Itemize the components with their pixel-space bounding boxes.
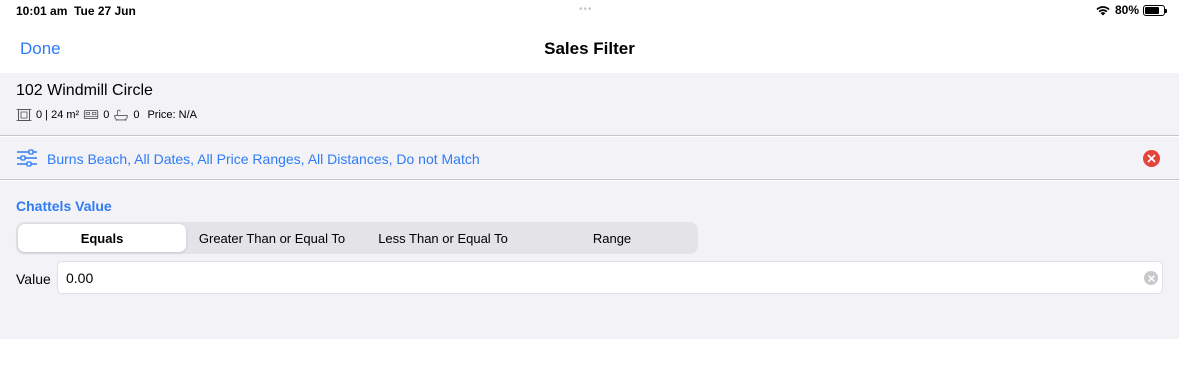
input-clear-button[interactable] [1144, 271, 1158, 285]
navigation-bar: Done Sales Filter [0, 24, 1179, 73]
property-address: 102 Windmill Circle [16, 82, 153, 99]
property-meta: 0 | 24 m² 0 0 Price: N/A [16, 108, 197, 122]
status-indicators: 80% [1095, 3, 1167, 17]
bathrooms-value: 0 [133, 109, 140, 121]
land-area-icon [16, 109, 32, 121]
battery-percent: 80% [1114, 3, 1139, 17]
clear-circle-icon [1147, 154, 1156, 163]
land-area-value: 0 | 24 m² [36, 109, 80, 121]
status-time: 10:01 am Tue 27 Jun [16, 4, 136, 18]
multitasking-dots[interactable]: ••• [579, 4, 593, 15]
value-label: Value [16, 271, 51, 287]
property-header: 102 Windmill Circle 0 | 24 m² 0 0 Price:… [0, 73, 1179, 136]
bath-icon [114, 109, 129, 122]
segment-greater-than-or-equal[interactable]: Greater Than or Equal To [186, 224, 358, 252]
segment-range[interactable]: Range [528, 224, 696, 252]
clear-filter-button[interactable] [1143, 150, 1160, 167]
battery-tip [1165, 8, 1167, 13]
battery-fill [1145, 6, 1160, 14]
clear-circle-icon [1147, 274, 1155, 282]
value-input[interactable] [57, 261, 1163, 294]
status-time-value: 10:01 am [16, 4, 68, 18]
status-bar: 10:01 am Tue 27 Jun ••• 80% [0, 0, 1179, 24]
status-date-value: Tue 27 Jun [74, 4, 136, 18]
bed-icon [84, 110, 99, 119]
segment-less-than-or-equal[interactable]: Less Than or Equal To [358, 224, 528, 252]
filter-summary-row[interactable]: Burns Beach, All Dates, All Price Ranges… [0, 137, 1179, 180]
filter-summary-text: Burns Beach, All Dates, All Price Ranges… [47, 151, 480, 167]
match-type-segmented-control: Equals Greater Than or Equal To Less Tha… [16, 222, 698, 254]
section-title: Chattels Value [16, 198, 112, 214]
page-title: Sales Filter [544, 39, 635, 58]
wifi-icon [1096, 6, 1110, 16]
bedrooms-value: 0 [103, 109, 110, 121]
sliders-icon [17, 149, 37, 167]
battery-icon [1143, 4, 1167, 16]
price-value: Price: N/A [147, 109, 197, 121]
chattels-section: Chattels Value Equals Greater Than or Eq… [0, 181, 1179, 339]
segment-equals[interactable]: Equals [18, 224, 186, 252]
